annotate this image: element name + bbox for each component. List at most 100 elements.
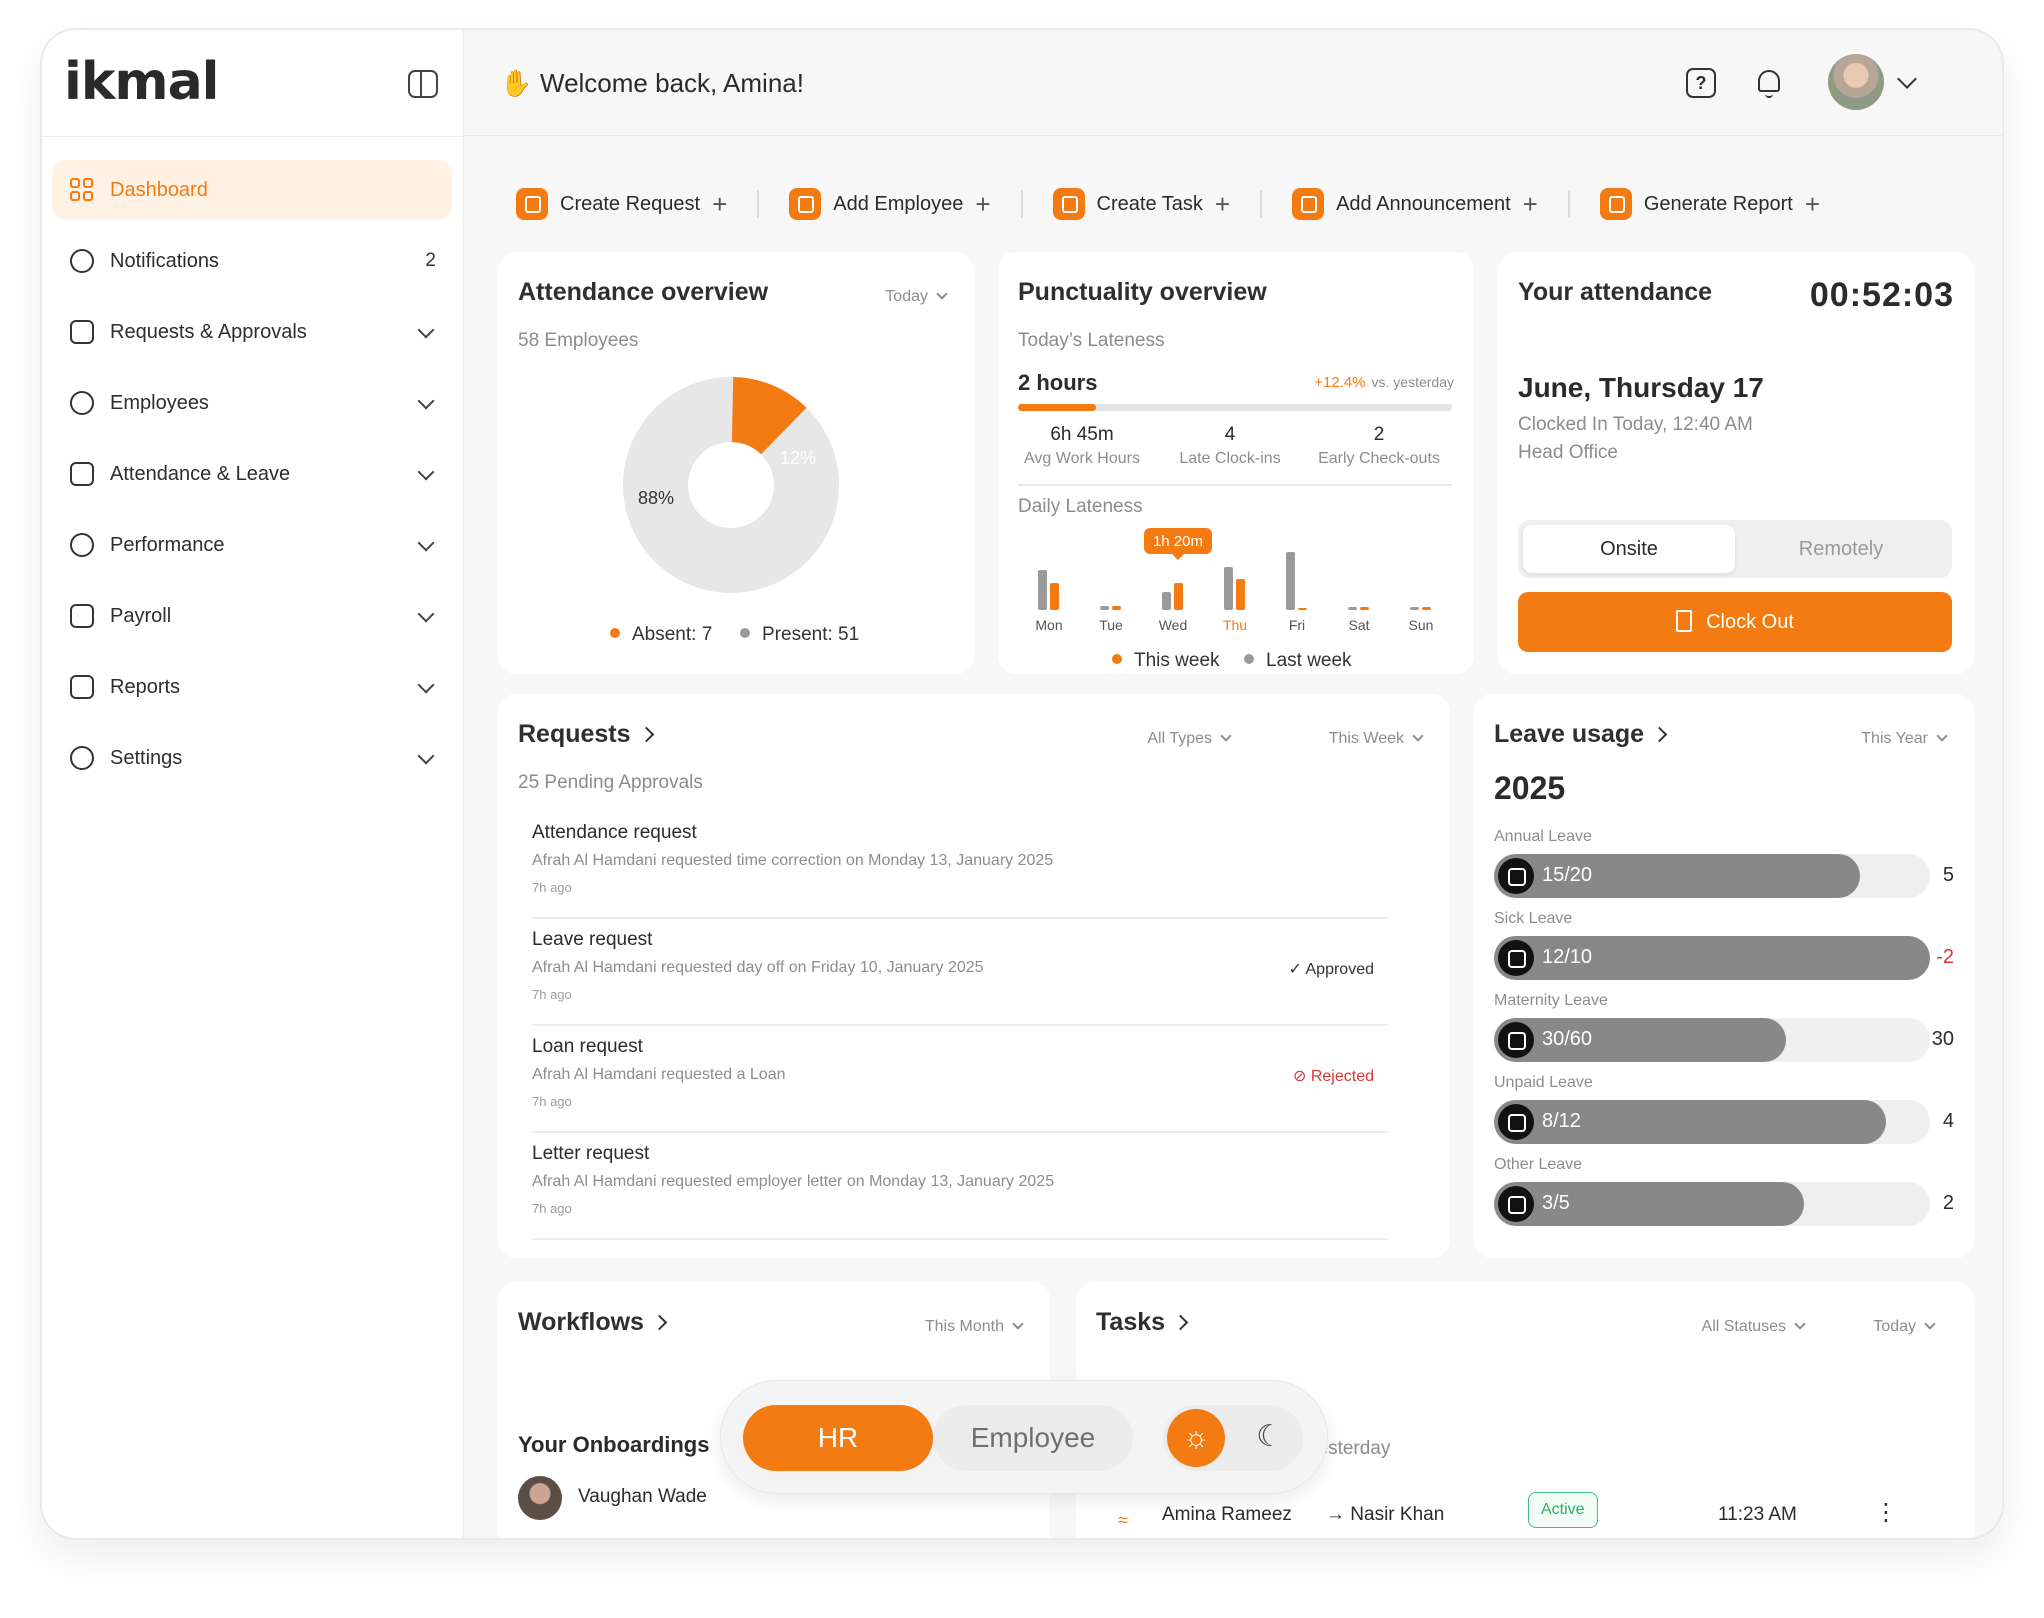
sidebar-item-notifications[interactable]: Notifications 2: [52, 231, 452, 291]
request-title: Leave request: [532, 929, 653, 950]
chevron-down-icon[interactable]: [417, 676, 435, 694]
create-request-button[interactable]: Create Request +: [516, 188, 727, 220]
bar-last-week-wed: [1162, 592, 1171, 610]
time-filter-dropdown[interactable]: Today: [885, 288, 948, 306]
type-filter-dropdown[interactable]: All Types: [1147, 730, 1232, 748]
request-desc: Afrah Al Hamdani requested time correcti…: [532, 852, 1054, 869]
bar-last-week-tue: [1100, 606, 1109, 610]
sidebar-item-attendance[interactable]: Attendance & Leave: [52, 444, 452, 504]
clocked-in-text: Clocked In Today, 12:40 AM: [1518, 414, 1753, 435]
request-item[interactable]: Attendance request Afrah Al Hamdani requ…: [532, 812, 1388, 919]
add-announcement-button[interactable]: Add Announcement +: [1292, 188, 1538, 220]
year-filter-dropdown[interactable]: This Year: [1861, 730, 1948, 748]
moon-icon[interactable]: ☾: [1256, 1419, 1283, 1454]
chevron-down-icon[interactable]: [1897, 69, 1917, 89]
sidebar-item-payroll[interactable]: Payroll: [52, 586, 452, 646]
sidebar-item-settings[interactable]: Settings: [52, 728, 452, 788]
chevron-down-icon[interactable]: [417, 534, 435, 552]
card-title[interactable]: Requests: [518, 720, 654, 749]
lateness-progress: [1018, 404, 1452, 411]
avatar[interactable]: [1828, 54, 1884, 110]
plus-icon: +: [1214, 188, 1231, 219]
add-employee-button[interactable]: Add Employee +: [789, 188, 991, 220]
bell-icon: [70, 249, 94, 273]
time-filter-dropdown[interactable]: This Week: [1329, 730, 1424, 748]
bar-this-week-fri: [1298, 608, 1307, 610]
employee-mode-button[interactable]: Employee: [933, 1405, 1133, 1471]
leave-progress-track: 15/20: [1494, 854, 1930, 898]
stat-late-clockins: 4 Late Clock-ins: [1179, 424, 1281, 467]
bar-this-week-sun: [1422, 607, 1431, 610]
sidebar-collapse-icon[interactable]: [408, 70, 438, 98]
card-title[interactable]: Workflows: [518, 1308, 668, 1337]
clock-out-button[interactable]: Clock Out: [1518, 592, 1952, 652]
more-options-icon[interactable]: ⋮: [1874, 1498, 1898, 1527]
sidebar-item-label: Employees: [110, 391, 209, 414]
chevron-down-icon[interactable]: [417, 605, 435, 623]
request-item[interactable]: Letter request Afrah Al Hamdani requeste…: [532, 1133, 1388, 1240]
onboarding-person[interactable]: Vaughan Wade: [578, 1486, 707, 1508]
create-task-button[interactable]: Create Task +: [1052, 188, 1231, 220]
generate-report-button[interactable]: Generate Report +: [1599, 188, 1820, 220]
sidebar-item-reports[interactable]: Reports: [52, 657, 452, 717]
tick-label-tue: Tue: [1099, 617, 1123, 633]
punctuality-overview-card: Punctuality overview Today’s Lateness 2 …: [998, 252, 1474, 674]
leave-remaining: 5: [1942, 864, 1954, 886]
month-filter-dropdown[interactable]: This Month: [925, 1318, 1024, 1336]
onsite-option[interactable]: Onsite: [1523, 525, 1735, 573]
action-label: Add Announcement: [1336, 192, 1511, 215]
requests-icon: [70, 320, 94, 344]
card-title[interactable]: Leave usage: [1494, 720, 1668, 749]
leave-usage-card: Leave usage This Year 2025 Annual Leave 1…: [1474, 694, 1974, 1258]
quick-actions: Create Request + Add Employee + Create Tas…: [516, 180, 1996, 228]
chevron-down-icon[interactable]: [417, 463, 435, 481]
chevron-down-icon[interactable]: [417, 392, 435, 410]
request-item[interactable]: Loan request Afrah Al Hamdani requested …: [532, 1026, 1388, 1133]
leave-used-value: 3/5: [1542, 1192, 1570, 1214]
check-icon: ✓: [1288, 961, 1306, 978]
remotely-option[interactable]: Remotely: [1735, 525, 1947, 573]
request-item[interactable]: Leave request Afrah Al Hamdani requested…: [532, 919, 1388, 1026]
bell-icon: [1292, 188, 1325, 220]
your-attendance-card: Your attendance 00:52:03 June, Thursday …: [1498, 252, 1974, 674]
gear-icon: [70, 746, 94, 770]
leave-progress-fill: 12/10: [1494, 936, 1930, 980]
bar-last-week-thu: [1224, 567, 1233, 610]
task-time: 11:23 AM: [1718, 1504, 1797, 1525]
leave-type-label: Other Leave: [1494, 1156, 1583, 1173]
sidebar-item-label: Settings: [110, 746, 183, 769]
leave-progress-track: 12/10: [1494, 936, 1930, 980]
hr-mode-button[interactable]: HR: [743, 1405, 933, 1471]
bar-tooltip: 1h 20m: [1144, 528, 1212, 560]
chevron-down-icon[interactable]: [417, 747, 435, 765]
sidebar-item-label: Attendance & Leave: [110, 462, 291, 485]
leave-type-label: Maternity Leave: [1494, 992, 1608, 1009]
status-filter-dropdown[interactable]: All Statuses: [1702, 1318, 1806, 1336]
leave-type-label: Sick Leave: [1494, 910, 1573, 927]
report-icon: [70, 675, 94, 699]
sun-icon[interactable]: ☼: [1167, 1409, 1225, 1467]
chevron-down-icon[interactable]: [417, 321, 435, 339]
divider: [757, 190, 760, 218]
leave-progress-fill: 8/12: [1494, 1100, 1887, 1144]
bar-last-week-sun: [1410, 607, 1419, 610]
mode-toggle: HR Employee ☼ ☾: [720, 1380, 1328, 1494]
notification-count: 2: [425, 250, 436, 271]
target-icon: [70, 533, 94, 557]
time-filter-dropdown[interactable]: Today: [1873, 1318, 1936, 1336]
card-title[interactable]: Tasks: [1096, 1308, 1189, 1337]
leave-remaining: -2: [1936, 946, 1954, 968]
notifications-bell-icon[interactable]: [1754, 68, 1784, 98]
sidebar-item-dashboard[interactable]: Dashboard: [52, 160, 452, 220]
pending-approvals: 25 Pending Approvals: [518, 772, 703, 793]
help-icon[interactable]: ?: [1686, 68, 1716, 98]
money-icon: [70, 604, 94, 628]
sidebar-item-performance[interactable]: Performance: [52, 515, 452, 575]
session-timer: 00:52:03: [1809, 276, 1954, 314]
dashboard-icon: [70, 178, 94, 202]
door-icon: [1676, 610, 1693, 632]
sidebar-item-requests[interactable]: Requests & Approvals: [52, 302, 452, 362]
sidebar-item-employees[interactable]: Employees: [52, 373, 452, 433]
lateness-subtitle: Today’s Lateness: [1018, 330, 1165, 351]
present-pct-label: 88%: [638, 488, 674, 508]
